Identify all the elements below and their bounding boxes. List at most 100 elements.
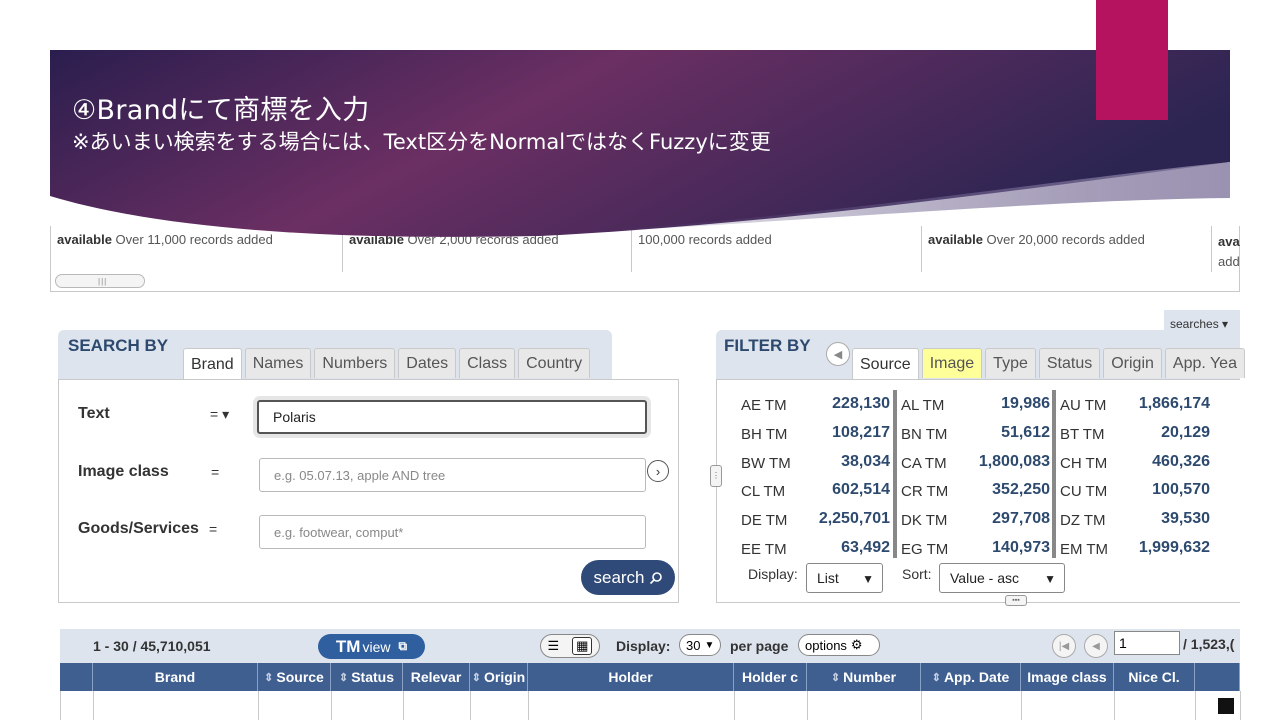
source-code[interactable]: CH TM bbox=[1060, 455, 1107, 472]
tab-brand[interactable]: Brand bbox=[183, 348, 242, 380]
results-range: 1 - 30 / 45,710,051 bbox=[93, 638, 211, 654]
magnifier-icon bbox=[649, 571, 662, 584]
column-header[interactable] bbox=[1195, 663, 1240, 691]
column-header[interactable] bbox=[60, 663, 93, 691]
source-code[interactable]: BW TM bbox=[741, 455, 791, 472]
source-code[interactable]: BT TM bbox=[1060, 426, 1104, 443]
table-cell bbox=[94, 691, 259, 720]
sort-select-value: Value - asc bbox=[950, 570, 1019, 586]
source-code[interactable]: CU TM bbox=[1060, 483, 1107, 500]
source-code[interactable]: BH TM bbox=[741, 426, 787, 443]
sort-icon[interactable]: ⇕ bbox=[831, 671, 840, 684]
column-header-label: Nice Cl. bbox=[1128, 669, 1180, 685]
column-header[interactable]: ⇕ Number bbox=[807, 663, 921, 691]
external-link-icon: ⧉ bbox=[398, 639, 408, 653]
source-code[interactable]: CA TM bbox=[901, 455, 947, 472]
chevron-right-icon[interactable]: › bbox=[647, 460, 669, 482]
column-header-label: Source bbox=[276, 669, 324, 685]
table-cell bbox=[332, 691, 404, 720]
chevron-down-icon: ▼ bbox=[862, 572, 874, 586]
options-label: options bbox=[805, 637, 847, 653]
goods-services-input[interactable]: e.g. footwear, comput* bbox=[259, 515, 646, 549]
grid-view-icon[interactable]: ▦ bbox=[572, 637, 593, 655]
image-class-input[interactable]: e.g. 05.07.13, apple AND tree bbox=[259, 458, 646, 492]
column-header[interactable]: Brand bbox=[93, 663, 258, 691]
source-code[interactable]: CL TM bbox=[741, 483, 785, 500]
column-header[interactable]: Relevar bbox=[403, 663, 470, 691]
display-select[interactable]: List ▼ bbox=[806, 563, 883, 593]
search-by-heading: SEARCH BY bbox=[68, 336, 169, 355]
tab-status[interactable]: Status bbox=[1038, 348, 1101, 378]
source-code[interactable]: EE TM bbox=[741, 541, 787, 558]
source-code[interactable]: AU TM bbox=[1060, 397, 1106, 414]
source-count: 20,129 bbox=[1161, 423, 1210, 441]
column-header[interactable]: Nice Cl. bbox=[1114, 663, 1195, 691]
panel-resize-handle[interactable]: ▪▪▪ bbox=[1005, 595, 1027, 606]
source-count: 39,530 bbox=[1161, 510, 1210, 528]
source-code[interactable]: BN TM bbox=[901, 426, 947, 443]
per-page-select[interactable]: 30 ▼ bbox=[679, 634, 721, 656]
options-button[interactable]: options ⚙ bbox=[798, 634, 880, 656]
chevron-left-icon[interactable]: ◀ bbox=[826, 342, 850, 366]
source-code[interactable]: AL TM bbox=[901, 397, 944, 414]
source-code[interactable]: EM TM bbox=[1060, 541, 1108, 558]
source-count: 63,492 bbox=[841, 539, 890, 556]
source-code[interactable]: DZ TM bbox=[1060, 512, 1106, 529]
sort-icon[interactable]: ⇕ bbox=[932, 671, 941, 684]
tab-class[interactable]: Class bbox=[459, 348, 516, 378]
tab-image[interactable]: Image bbox=[921, 348, 983, 378]
tab-app-year[interactable]: App. Yea bbox=[1164, 348, 1245, 378]
search-tabs: Brand Names Numbers Dates Class Country bbox=[183, 348, 591, 380]
tab-source[interactable]: Source bbox=[852, 348, 919, 380]
view-toggle[interactable]: ☰ ▦ bbox=[540, 634, 600, 658]
column-header[interactable]: ⇕ Source bbox=[258, 663, 331, 691]
source-code[interactable]: DE TM bbox=[741, 512, 787, 529]
scroll-grip-icon: ||| bbox=[98, 277, 108, 286]
page-number-input[interactable]: 1 bbox=[1114, 631, 1180, 655]
column-divider bbox=[1052, 390, 1056, 558]
tab-dates[interactable]: Dates bbox=[398, 348, 457, 378]
row-thumbnail bbox=[1218, 698, 1234, 714]
source-code[interactable]: AE TM bbox=[741, 397, 787, 414]
column-header[interactable]: ⇕ Origin bbox=[470, 663, 528, 691]
filter-by-heading: FILTER BY bbox=[724, 336, 811, 355]
results-table-header: Brand ⇕ Source ⇕ Status Relevar ⇕ Origin Holder H… bbox=[60, 663, 1240, 691]
tab-origin[interactable]: Origin bbox=[1103, 348, 1162, 378]
column-header[interactable]: ⇕ Status bbox=[331, 663, 403, 691]
source-count: 1,999,632 bbox=[1138, 539, 1210, 556]
source-count: 352,250 bbox=[992, 481, 1050, 499]
panel-resize-handle[interactable]: ⋮ bbox=[710, 465, 722, 487]
tab-names[interactable]: Names bbox=[244, 348, 312, 378]
horizontal-scrollbar[interactable]: ||| bbox=[55, 274, 145, 288]
sort-icon[interactable]: ⇕ bbox=[264, 671, 273, 684]
source-code[interactable]: EG TM bbox=[901, 541, 948, 558]
first-page-icon[interactable]: |◀ bbox=[1052, 634, 1076, 658]
tab-type[interactable]: Type bbox=[985, 348, 1036, 378]
tab-numbers[interactable]: Numbers bbox=[314, 348, 396, 378]
column-header[interactable]: ⇕ App. Date bbox=[921, 663, 1021, 691]
table-row[interactable] bbox=[60, 691, 1241, 720]
slide-page: available Over 11,000 records added avai… bbox=[0, 0, 1280, 720]
chevron-down-icon: ▼ bbox=[704, 639, 715, 651]
source-code[interactable]: DK TM bbox=[901, 512, 947, 529]
text-operator-dropdown[interactable]: = ▾ bbox=[210, 406, 229, 423]
list-view-icon[interactable]: ☰ bbox=[548, 638, 560, 654]
tmview-tm-text: TM bbox=[335, 636, 361, 656]
slide-subtitle: ※あいまい検索をする場合には、Text区分をNormalではなくFuzzyに変更 bbox=[72, 130, 771, 154]
sort-select[interactable]: Value - asc ▼ bbox=[939, 563, 1065, 593]
brand-text-input[interactable]: Polaris bbox=[257, 400, 647, 434]
search-button[interactable]: search bbox=[581, 560, 675, 595]
column-header-label: Brand bbox=[154, 669, 196, 685]
table-cell bbox=[529, 691, 735, 720]
tmview-button[interactable]: TM view ⧉ bbox=[318, 634, 425, 659]
sort-icon[interactable]: ⇕ bbox=[339, 671, 348, 684]
column-header[interactable]: Holder bbox=[528, 663, 734, 691]
sort-icon[interactable]: ⇕ bbox=[472, 671, 481, 684]
tab-country[interactable]: Country bbox=[518, 348, 591, 378]
column-header[interactable]: Image class bbox=[1021, 663, 1114, 691]
column-header-label: App. Date bbox=[943, 669, 1010, 685]
display-label: Display: bbox=[748, 566, 798, 582]
column-header[interactable]: Holder c bbox=[734, 663, 807, 691]
previous-page-icon[interactable]: ◀ bbox=[1084, 634, 1108, 658]
source-code[interactable]: CR TM bbox=[901, 483, 948, 500]
